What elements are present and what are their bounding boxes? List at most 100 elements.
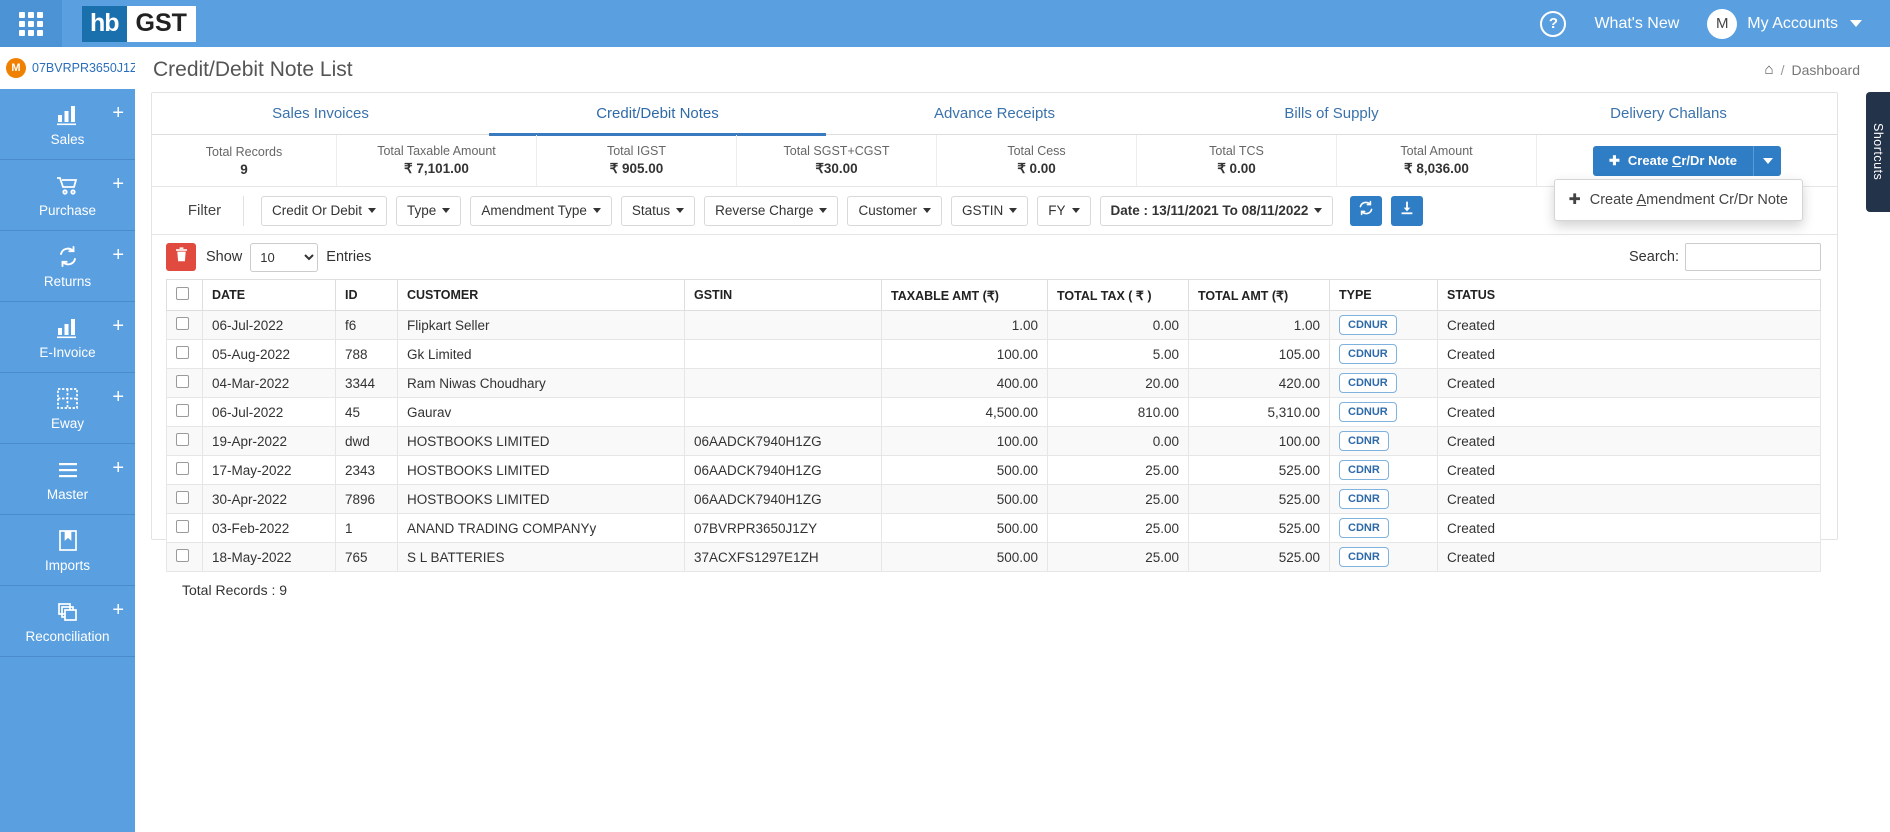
create-cr-dr-note-button[interactable]: ✚ Create Cr/Dr Note xyxy=(1593,145,1753,176)
cell-total-tax: 5.00 xyxy=(1047,339,1189,369)
filter-gstin[interactable]: GSTIN xyxy=(950,195,1029,226)
cell-type: CDNUR xyxy=(1329,339,1438,369)
type-badge[interactable]: CDNR xyxy=(1339,547,1389,567)
home-icon[interactable]: ⌂ xyxy=(1765,61,1774,78)
table-row[interactable]: 06-Jul-2022 45 Gaurav 4,500.00 810.00 5,… xyxy=(166,397,1821,427)
sidebar-item-reconciliation[interactable]: + Reconciliation xyxy=(0,586,135,657)
column-type[interactable]: TYPE xyxy=(1329,279,1438,311)
row-checkbox[interactable] xyxy=(176,404,189,417)
table-row[interactable]: 30-Apr-2022 7896 HOSTBOOKS LIMITED 06AAD… xyxy=(166,484,1821,514)
filter-date-range[interactable]: Date : 13/11/2021 To 08/11/2022 xyxy=(1099,195,1334,226)
cell-total-amt: 525.00 xyxy=(1188,484,1330,514)
row-checkbox[interactable] xyxy=(176,317,189,330)
column-total-tax[interactable]: TOTAL TAX ( ₹ ) xyxy=(1047,279,1189,311)
table-row[interactable]: 17-May-2022 2343 HOSTBOOKS LIMITED 06AAD… xyxy=(166,455,1821,485)
type-badge[interactable]: CDNUR xyxy=(1339,315,1397,335)
type-badge[interactable]: CDNR xyxy=(1339,460,1389,480)
table-row[interactable]: 04-Mar-2022 3344 Ram Niwas Choudhary 400… xyxy=(166,368,1821,398)
active-gstin-row[interactable]: M 07BVRPR3650J1ZY xyxy=(0,47,146,89)
type-badge[interactable]: CDNUR xyxy=(1339,373,1397,393)
add-reconciliation-icon[interactable]: + xyxy=(112,600,124,620)
type-badge[interactable]: CDNR xyxy=(1339,518,1389,538)
column-customer[interactable]: CUSTOMER xyxy=(397,279,685,311)
sidebar-item-eway[interactable]: + Eway xyxy=(0,373,135,444)
tab-sales-invoices[interactable]: Sales Invoices xyxy=(152,93,489,136)
app-launcher-button[interactable] xyxy=(0,0,62,47)
create-amendment-cr-dr-note-item[interactable]: ✚ Create Amendment Cr/Dr Note xyxy=(1555,186,1802,214)
breadcrumb-current[interactable]: Dashboard xyxy=(1792,62,1861,78)
cell-customer: ANAND TRADING COMPANYy xyxy=(397,513,685,543)
tab-bills-of-supply[interactable]: Bills of Supply xyxy=(1163,93,1500,136)
table-body: 06-Jul-2022 f6 Flipkart Seller 1.00 0.00… xyxy=(166,310,1821,572)
my-accounts-menu[interactable]: M My Accounts xyxy=(1707,8,1862,39)
filter-status[interactable]: Status xyxy=(620,195,696,226)
row-checkbox[interactable] xyxy=(176,375,189,388)
stat-total-igst: Total IGST ₹ 905.00 xyxy=(537,135,737,186)
sidebar-item-imports[interactable]: Imports xyxy=(0,515,135,586)
add-purchase-icon[interactable]: + xyxy=(112,174,124,194)
column-date[interactable]: DATE xyxy=(202,279,336,311)
whats-new-link[interactable]: What's New xyxy=(1594,15,1679,33)
type-badge[interactable]: CDNR xyxy=(1339,489,1389,509)
column-id[interactable]: ID xyxy=(335,279,398,311)
sidebar-item-einvoice[interactable]: + E-Invoice xyxy=(0,302,135,373)
download-button[interactable] xyxy=(1391,195,1424,226)
row-checkbox[interactable] xyxy=(176,433,189,446)
type-badge[interactable]: CDNR xyxy=(1339,431,1389,451)
delete-selected-button[interactable] xyxy=(166,243,196,271)
table-row[interactable]: 06-Jul-2022 f6 Flipkart Seller 1.00 0.00… xyxy=(166,310,1821,340)
row-checkbox[interactable] xyxy=(176,462,189,475)
search-label: Search: xyxy=(1629,249,1679,265)
column-taxable-amt[interactable]: TAXABLE AMT (₹) xyxy=(881,279,1048,311)
column-gstin[interactable]: GSTIN xyxy=(684,279,882,311)
select-all-checkbox[interactable] xyxy=(176,287,189,300)
cell-customer: Ram Niwas Choudhary xyxy=(397,368,685,398)
add-sales-icon[interactable]: + xyxy=(112,103,124,123)
sidebar-item-returns[interactable]: + Returns xyxy=(0,231,135,302)
shortcuts-tab[interactable]: Shortcuts xyxy=(1866,92,1890,212)
filter-amendment-type[interactable]: Amendment Type xyxy=(470,195,612,226)
column-status[interactable]: STATUS xyxy=(1437,279,1821,311)
type-badge[interactable]: CDNUR xyxy=(1339,402,1397,422)
row-checkbox[interactable] xyxy=(176,549,189,562)
tab-credit-debit-notes[interactable]: Credit/Debit Notes xyxy=(489,93,826,136)
filter-fy[interactable]: FY xyxy=(1037,195,1091,226)
tab-advance-receipts[interactable]: Advance Receipts xyxy=(826,93,1163,136)
add-eway-icon[interactable]: + xyxy=(112,387,124,407)
tab-delivery-challans[interactable]: Delivery Challans xyxy=(1500,93,1837,136)
sidebar-item-label: Returns xyxy=(43,273,92,289)
question-circle-icon[interactable]: ? xyxy=(1540,10,1567,37)
filter-type[interactable]: Type xyxy=(396,195,462,226)
add-master-icon[interactable]: + xyxy=(112,458,124,478)
row-checkbox[interactable] xyxy=(176,491,189,504)
create-note-dropdown-menu: ✚ Create Amendment Cr/Dr Note xyxy=(1553,178,1803,221)
add-returns-icon[interactable]: + xyxy=(112,245,124,265)
sidebar-item-master[interactable]: + Master xyxy=(0,444,135,515)
search-input[interactable] xyxy=(1685,243,1821,271)
filter-credit-or-debit[interactable]: Credit Or Debit xyxy=(261,195,388,226)
sidebar-item-label: Master xyxy=(46,486,89,502)
sidebar-item-sales[interactable]: + Sales xyxy=(0,89,135,160)
row-checkbox[interactable] xyxy=(176,520,189,533)
table-row[interactable]: 03-Feb-2022 1 ANAND TRADING COMPANYy 07B… xyxy=(166,513,1821,543)
stat-label: Total IGST xyxy=(606,144,667,158)
filter-customer[interactable]: Customer xyxy=(847,195,942,226)
filter-reverse-charge[interactable]: Reverse Charge xyxy=(704,195,839,226)
filter-label: Filter xyxy=(166,195,244,226)
table-row[interactable]: 19-Apr-2022 dwd HOSTBOOKS LIMITED 06AADC… xyxy=(166,426,1821,456)
add-einvoice-icon[interactable]: + xyxy=(112,316,124,336)
type-badge[interactable]: CDNUR xyxy=(1339,344,1397,364)
create-note-dropdown-toggle[interactable] xyxy=(1753,145,1781,176)
table-row[interactable]: 18-May-2022 765 S L BATTERIES 37ACXFS129… xyxy=(166,542,1821,572)
brand-logo[interactable]: hb GST xyxy=(82,5,196,42)
table-row[interactable]: 05-Aug-2022 788 Gk Limited 100.00 5.00 1… xyxy=(166,339,1821,369)
cell-total-amt: 420.00 xyxy=(1188,368,1330,398)
cell-status: Created xyxy=(1437,339,1821,369)
row-checkbox[interactable] xyxy=(176,346,189,359)
sidebar-item-purchase[interactable]: + Purchase xyxy=(0,160,135,231)
filter-label-text: Customer xyxy=(858,203,917,218)
stat-value: ₹ 905.00 xyxy=(609,161,664,176)
column-total-amt[interactable]: TOTAL AMT (₹) xyxy=(1188,279,1330,311)
page-size-select[interactable]: 102550100 xyxy=(250,242,319,272)
refresh-button[interactable] xyxy=(1350,195,1383,226)
